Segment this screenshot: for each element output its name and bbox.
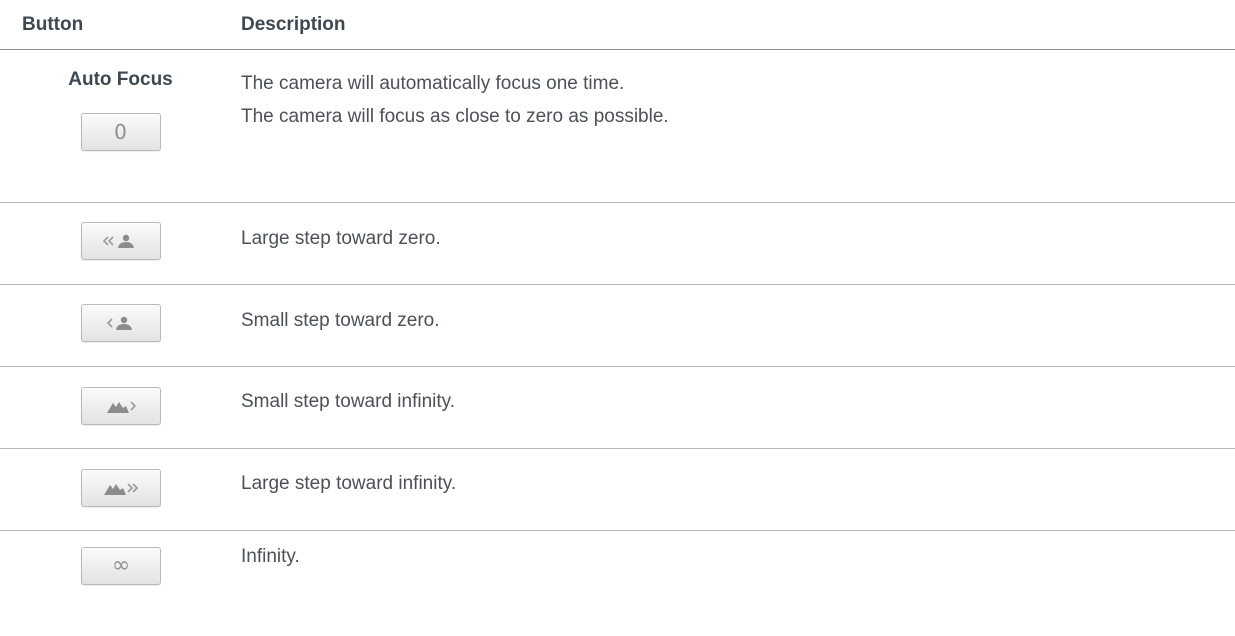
description-cell: Infinity. (241, 546, 300, 567)
table-row: 0 The camera will focus as close to zero… (0, 95, 1235, 203)
button-cell: ∞ (0, 531, 241, 636)
table-header: Button Description (0, 0, 1235, 50)
auto-focus-button[interactable]: Auto Focus (68, 69, 173, 95)
large-step-toward-infinity-button[interactable] (80, 469, 161, 507)
small-step-toward-infinity-button[interactable] (80, 387, 161, 425)
description-cell: The camera will automatically focus one … (241, 73, 625, 94)
button-cell (0, 285, 241, 366)
zero-focus-button[interactable]: 0 (80, 113, 161, 151)
header-description-column: Description (241, 14, 346, 35)
button-cell (0, 449, 241, 530)
table-row: Small step toward zero. (0, 285, 1235, 367)
small-step-toward-infinity-icon (106, 401, 136, 413)
infinity-icon: ∞ (111, 553, 130, 578)
table-row: ∞ Infinity. (0, 531, 1235, 636)
description-cell: Large step toward infinity. (241, 473, 457, 494)
large-step-toward-zero-icon (102, 234, 134, 248)
description-cell: Large step toward zero. (241, 228, 441, 249)
header-button-column: Button (22, 14, 84, 35)
button-cell: Auto Focus (0, 50, 241, 95)
small-step-toward-zero-icon (106, 316, 132, 330)
large-step-toward-infinity-icon (103, 483, 138, 495)
button-cell (0, 203, 241, 284)
infinity-focus-button[interactable]: ∞ (80, 547, 161, 585)
button-cell (0, 367, 241, 448)
focus-buttons-table: Button Description Auto Focus The camera… (0, 0, 1235, 636)
description-cell: The camera will focus as close to zero a… (241, 106, 669, 127)
small-step-toward-zero-button[interactable] (80, 304, 161, 342)
description-cell: Small step toward infinity. (241, 391, 456, 412)
table-row: Auto Focus The camera will automatically… (0, 50, 1235, 95)
large-step-toward-zero-button[interactable] (80, 222, 161, 260)
table-row: Large step toward infinity. (0, 449, 1235, 531)
table-row: Large step toward zero. (0, 203, 1235, 285)
description-cell: Small step toward zero. (241, 310, 440, 331)
zero-icon: 0 (114, 120, 127, 144)
button-cell: 0 (0, 95, 241, 202)
table-row: Small step toward infinity. (0, 367, 1235, 449)
